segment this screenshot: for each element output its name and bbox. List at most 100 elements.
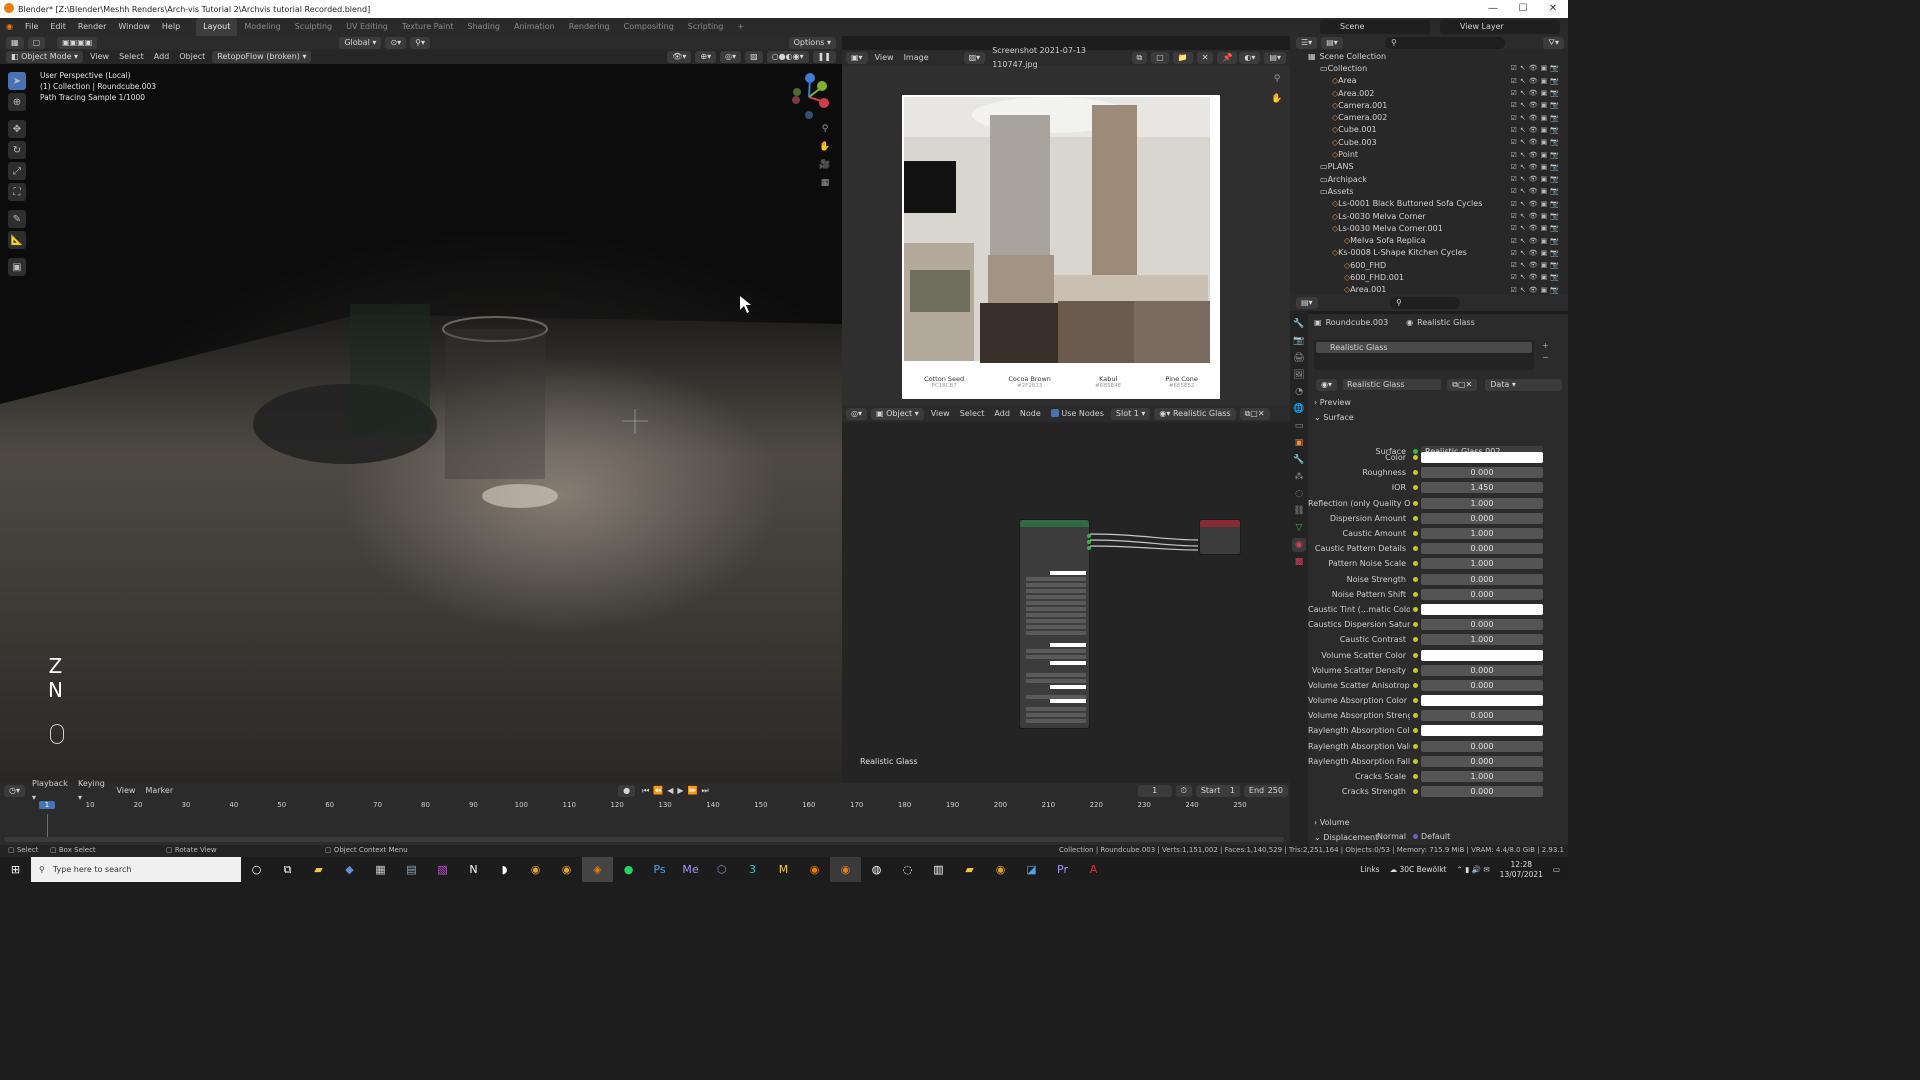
scene-tab-icon[interactable]: ◔ [1292, 385, 1306, 399]
outliner-row[interactable]: ▭ PLANS ☑↖👁▣📷 [1300, 161, 1568, 173]
outliner-filter-icon[interactable]: ⛛▾ [1543, 37, 1564, 49]
numeric-field[interactable]: 0.000 [1421, 679, 1543, 691]
view-layer-tab-icon[interactable]: 🖼 [1292, 368, 1306, 382]
app-icon-2[interactable]: ▤ [396, 857, 427, 882]
node-view-menu[interactable]: View [926, 407, 955, 421]
outliner-editor-type-icon[interactable]: ☰▾ [1296, 37, 1318, 49]
node-node-menu[interactable]: Node [1015, 407, 1046, 421]
slot-dropdown[interactable]: Slot 1 ▾ [1110, 407, 1151, 420]
timeline-marker-menu[interactable]: Marker [140, 784, 178, 798]
app-icon-5[interactable]: ◈ [582, 857, 613, 882]
viewport-view-menu[interactable]: View [85, 50, 114, 64]
app-icon-8[interactable]: M [768, 857, 799, 882]
ortho-grid-icon[interactable]: ▦ [818, 176, 832, 190]
image-filename[interactable]: Screenshot 2021-07-13 110747.jpg [987, 44, 1129, 72]
use-nodes-checkbox[interactable]: Use Nodes [1046, 407, 1109, 421]
app-icon-7[interactable]: 3 [737, 857, 768, 882]
outliner-display-mode-icon[interactable]: ▤▾ [1321, 37, 1343, 49]
media-encoder-icon[interactable]: Me [675, 857, 706, 882]
photoshop-icon[interactable]: Ps [644, 857, 675, 882]
slot-remove-button[interactable]: − [1542, 352, 1549, 364]
image-pan-icon[interactable]: ✋ [1270, 92, 1284, 106]
tab-uv-editing[interactable]: UV Editing [339, 18, 395, 36]
editor-type-icon[interactable]: ▦ [6, 37, 24, 49]
acrobat-icon[interactable]: A [1078, 857, 1109, 882]
app-icon-11[interactable]: ▥ [923, 857, 954, 882]
displacement-panel-header[interactable]: ⌄ Displacement [1314, 833, 1378, 842]
numeric-field[interactable]: 0.000 [1421, 710, 1543, 722]
timeline-scrollbar[interactable] [4, 837, 1284, 842]
texture-tab-icon[interactable]: ▩ [1292, 555, 1306, 569]
playback-controls[interactable]: ⏮⏪◀▶⏩⏭ [637, 784, 718, 798]
pivot-dropdown[interactable]: ⊙▾ [385, 37, 407, 49]
outliner-row[interactable]: ◇ Ls-0030 Melva Corner ☑↖👁▣📷 [1300, 210, 1568, 222]
sticky-notes-icon[interactable]: ▰ [954, 857, 985, 882]
chrome-icon-3[interactable]: ◉ [985, 857, 1016, 882]
weather-widget[interactable]: ☁ 30C Bewölkt [1390, 865, 1447, 874]
outliner-visibility-icons[interactable]: ☑↖👁▣📷 [1511, 212, 1562, 220]
outliner-visibility-icons[interactable]: ☑↖👁▣📷 [1511, 200, 1562, 208]
menu-help[interactable]: Help [156, 18, 186, 36]
outliner-visibility-icons[interactable]: ☑↖👁▣📷 [1511, 163, 1562, 171]
outliner-visibility-icons[interactable]: ☑↖👁▣📷 [1511, 286, 1562, 294]
material-slot-item[interactable]: Realistic Glass [1316, 342, 1532, 353]
end-frame-field[interactable]: End 250 [1243, 785, 1288, 797]
app-icon-12[interactable]: ◪ [1016, 857, 1047, 882]
blender-active-taskbar-icon[interactable]: ◉ [830, 857, 861, 882]
outliner-row[interactable]: ▭ Archipack ☑↖👁▣📷 [1300, 173, 1568, 185]
numeric-field[interactable]: 1.000 [1421, 497, 1543, 509]
color-swatch-field[interactable] [1421, 603, 1543, 615]
group-node-realistic-glass[interactable] [1019, 519, 1091, 729]
image-editor-type-icon[interactable]: ▣▾ [846, 52, 868, 64]
outliner-row[interactable]: ◇ Cube.001 ☑↖👁▣📷 [1300, 124, 1568, 136]
shading-modes-icons[interactable]: ○●◐◉▾ [766, 51, 809, 63]
material-browse-icon[interactable]: ◉▾ [1316, 378, 1337, 391]
overlay-toggle-icon[interactable]: ◎▾ [720, 51, 742, 63]
tab-texture-paint[interactable]: Texture Paint [395, 18, 461, 36]
navigation-gizmo[interactable] [784, 72, 834, 122]
3d-viewport[interactable]: User Perspective (Local) (1) Collection … [0, 64, 842, 783]
tray-links[interactable]: Links [1360, 865, 1379, 874]
image-editor[interactable]: ▣▾ View Image ▨▾ Screenshot 2021-07-13 1… [842, 46, 1290, 405]
blender-menu-icon[interactable]: ◉ [0, 18, 19, 36]
scale-tool-icon[interactable]: ⤢ [8, 162, 26, 180]
pan-hand-icon[interactable]: ✋ [818, 140, 832, 154]
slot-add-button[interactable]: + [1542, 340, 1549, 352]
snap-toggle[interactable]: ⚲▾ [410, 37, 431, 49]
tab-shading[interactable]: Shading [460, 18, 507, 36]
material-output-node[interactable] [1199, 519, 1241, 555]
menu-render[interactable]: Render [72, 18, 112, 36]
outliner-visibility-icons[interactable]: ☑↖👁▣📷 [1511, 273, 1562, 281]
color-swatch-field[interactable] [1421, 452, 1543, 464]
outliner-visibility-icons[interactable]: ☑↖👁▣📷 [1511, 261, 1562, 269]
outliner-visibility-icons[interactable]: ☑↖👁▣📷 [1511, 151, 1562, 159]
camera-view-icon[interactable]: 🎥 [818, 158, 832, 172]
viewport-object-menu[interactable]: Object [174, 50, 210, 64]
auto-keying-icon[interactable]: ● [618, 785, 636, 797]
outliner-row[interactable]: ◇ Cube.003 ☑↖👁▣📷 [1300, 136, 1568, 148]
numeric-field[interactable]: 0.000 [1421, 512, 1543, 524]
tab-animation[interactable]: Animation [507, 18, 562, 36]
data-tab-icon[interactable]: ▽ [1292, 521, 1306, 535]
shader-node-editor[interactable]: Realistic Glass [842, 422, 1290, 783]
app-icon-6[interactable]: ⬡ [706, 857, 737, 882]
annotate-tool-icon[interactable]: ✎ [8, 210, 26, 228]
image-pin-icon[interactable]: 📌 [1217, 52, 1238, 64]
tab-modeling[interactable]: Modeling [237, 18, 287, 36]
options-dropdown[interactable]: Options ▾ [788, 37, 836, 49]
measure-tool-icon[interactable]: 📐 [8, 231, 26, 249]
outliner-visibility-icons[interactable]: ☑↖👁▣📷 [1511, 126, 1562, 134]
rotate-tool-icon[interactable]: ↻ [8, 141, 26, 159]
viewport-add-menu[interactable]: Add [149, 50, 175, 64]
node-add-menu[interactable]: Add [989, 407, 1015, 421]
properties-search-input[interactable]: ⚲ [1390, 297, 1460, 309]
collection-tab-icon[interactable]: ▭ [1292, 419, 1306, 433]
tool-select-box[interactable]: ▢ [27, 37, 46, 49]
outliner-row[interactable]: ◇ Ks-0008 L-Shape Kitchen Cycles ☑↖👁▣📷 [1300, 247, 1568, 259]
physics-tab-icon[interactable]: ◌ [1292, 487, 1306, 501]
app-icon-9[interactable]: ◍ [861, 857, 892, 882]
outliner-row[interactable]: ◇ Ls-0001 Black Buttoned Sofa Cycles ☑↖👁▣… [1300, 198, 1568, 210]
node-object-dropdown[interactable]: ▣ Object ▾ [871, 407, 924, 420]
outliner-visibility-icons[interactable]: ☑↖👁▣📷 [1511, 101, 1562, 109]
app-icon-10[interactable]: ◌ [892, 857, 923, 882]
